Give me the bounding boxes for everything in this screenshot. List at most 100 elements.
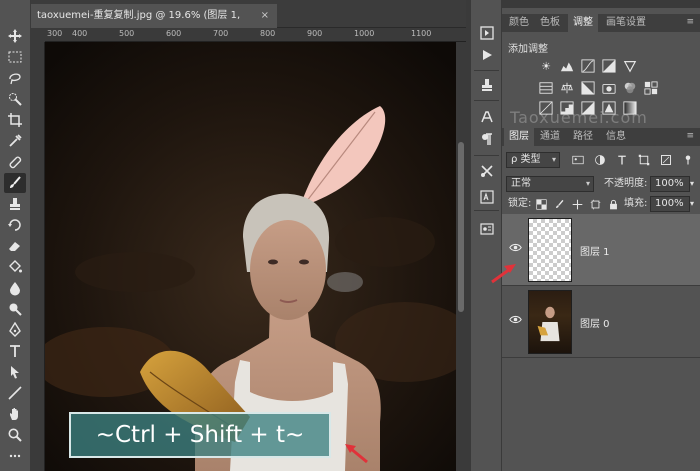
black-white-icon[interactable] <box>580 80 596 96</box>
layers-list: 图层 1 图层 0 <box>502 214 700 358</box>
panel-header <box>502 0 700 8</box>
scrollbar-thumb[interactable] <box>458 142 464 312</box>
more-tools-icon[interactable] <box>4 446 26 466</box>
brush-presets-icon[interactable] <box>476 218 498 240</box>
lock-artboard-icon[interactable] <box>590 196 601 216</box>
opacity-label: 不透明度: <box>604 178 648 189</box>
ruler-tick-label: 700 <box>213 29 229 38</box>
adjustment-row-1: ☀ <box>538 58 638 74</box>
layer-name[interactable]: 图层 1 <box>580 243 610 258</box>
layers-menu-icon[interactable]: ≡ <box>686 131 694 141</box>
chevron-down-icon[interactable]: ▾ <box>690 176 694 192</box>
document-tab[interactable]: taoxuemei-重复复制.jpg @ 19.6% (图层 1, RGB/8)… <box>31 4 277 45</box>
eraser-tool-icon[interactable] <box>4 236 26 256</box>
blend-mode-select[interactable]: 正常 ▾ <box>506 176 594 192</box>
tab-adjustments[interactable]: 调整 <box>568 14 598 32</box>
close-tab-icon[interactable]: × <box>261 4 269 28</box>
layer-name[interactable]: 图层 0 <box>580 315 610 330</box>
lock-pixels-icon[interactable] <box>554 196 565 216</box>
mid-separator <box>474 70 499 71</box>
visibility-eye-icon[interactable] <box>509 313 523 327</box>
adjustment-row-2 <box>538 80 659 96</box>
move-tool-icon[interactable] <box>4 26 26 46</box>
eyedropper-tool-icon[interactable] <box>4 131 26 151</box>
tab-color[interactable]: 颜色 <box>504 14 534 32</box>
channel-mixer-icon[interactable] <box>622 80 638 96</box>
exposure-icon[interactable] <box>601 58 617 74</box>
vibrance-icon[interactable] <box>622 58 638 74</box>
filter-pixel-icon[interactable] <box>570 152 586 168</box>
filter-shape-icon[interactable] <box>636 152 652 168</box>
canvas-vertical-scrollbar[interactable] <box>456 42 466 471</box>
chevron-down-icon: ▾ <box>585 179 590 188</box>
tab-swatches[interactable]: 色板 <box>535 14 565 32</box>
ruler-tick-label: 1000 <box>354 29 375 38</box>
brush-tool-icon[interactable] <box>4 173 26 193</box>
document-tab-bar: taoxuemei-重复复制.jpg @ 19.6% (图层 1, RGB/8)… <box>31 0 471 45</box>
layer-filter-select[interactable]: ρ 类型 ▾ <box>506 152 560 168</box>
tab-channels[interactable]: 通道 <box>535 128 565 146</box>
opacity-field[interactable]: 100% <box>650 176 690 192</box>
clone-source-icon[interactable] <box>476 74 498 96</box>
chevron-down-icon[interactable]: ▾ <box>690 196 694 212</box>
lasso-tool-icon[interactable] <box>4 68 26 88</box>
character-icon[interactable] <box>476 106 498 128</box>
tab-brush-settings[interactable]: 画笔设置 <box>601 14 651 32</box>
filter-toggle-icon[interactable] <box>680 152 696 168</box>
panel-menu-icon[interactable]: ≡ <box>686 17 694 27</box>
type-tool-icon[interactable] <box>4 341 26 361</box>
line-tool-icon[interactable] <box>4 383 26 403</box>
lock-transparent-icon[interactable] <box>536 196 547 216</box>
curves-icon[interactable] <box>580 58 596 74</box>
quick-select-tool-icon[interactable] <box>4 89 26 109</box>
mid-separator <box>474 210 499 211</box>
fill-value: 100% <box>655 198 684 209</box>
history-brush-tool-icon[interactable] <box>4 215 26 235</box>
tab-paths[interactable]: 路径 <box>568 128 598 146</box>
right-panel: 颜色 色板 调整 画笔设置 ≡ 添加调整 ☀ Taoxuemei.com 图层 … <box>491 0 700 471</box>
layer-thumbnail <box>528 290 572 354</box>
layer-row[interactable]: 图层 1 <box>502 214 700 286</box>
fill-label: 填充: <box>624 198 648 209</box>
filter-adjustment-icon[interactable] <box>592 152 608 168</box>
horizontal-ruler: 300 400 500 600 700 800 900 1000 1100 <box>45 28 466 42</box>
properties-icon[interactable] <box>476 186 498 208</box>
tab-layers[interactable]: 图层 <box>504 128 534 146</box>
stamp-tool-icon[interactable] <box>4 194 26 214</box>
paint-bucket-tool-icon[interactable] <box>4 257 26 277</box>
blend-mode-value: 正常 <box>511 178 531 189</box>
layer-row[interactable]: 图层 0 <box>502 286 700 358</box>
zoom-tool-icon[interactable] <box>4 425 26 445</box>
dodge-tool-icon[interactable] <box>4 299 26 319</box>
brightness-icon[interactable]: ☀ <box>538 58 554 74</box>
tool-presets-icon[interactable] <box>476 160 498 182</box>
blur-tool-icon[interactable] <box>4 278 26 298</box>
paragraph-icon[interactable] <box>476 128 498 150</box>
fill-field[interactable]: 100% <box>650 196 690 212</box>
color-lookup-icon[interactable] <box>643 80 659 96</box>
play-action-icon[interactable] <box>476 44 498 66</box>
layers-panel-tabs: 图层 通道 路径 信息 ≡ <box>502 128 700 146</box>
path-select-tool-icon[interactable] <box>4 362 26 382</box>
filter-smart-object-icon[interactable] <box>658 152 674 168</box>
lock-position-icon[interactable] <box>572 196 583 216</box>
filter-type-icon[interactable] <box>614 152 630 168</box>
history-icon[interactable] <box>476 22 498 44</box>
tab-info[interactable]: 信息 <box>601 128 631 146</box>
color-balance-icon[interactable] <box>559 80 575 96</box>
ruler-corner <box>31 28 45 42</box>
hand-tool-icon[interactable] <box>4 404 26 424</box>
photo-filter-icon[interactable] <box>601 80 617 96</box>
lock-all-icon[interactable] <box>608 196 619 216</box>
ruler-tick-label: 500 <box>119 29 135 38</box>
marquee-tool-icon[interactable] <box>4 47 26 67</box>
crop-tool-icon[interactable] <box>4 110 26 130</box>
levels-icon[interactable] <box>559 58 575 74</box>
ruler-tick-label: 300 <box>47 29 63 38</box>
pen-tool-icon[interactable] <box>4 320 26 340</box>
red-arrow-layer <box>491 264 516 284</box>
vertical-ruler <box>31 42 45 471</box>
hue-saturation-icon[interactable] <box>538 80 554 96</box>
healing-tool-icon[interactable] <box>4 152 26 172</box>
image-canvas[interactable] <box>45 42 456 471</box>
